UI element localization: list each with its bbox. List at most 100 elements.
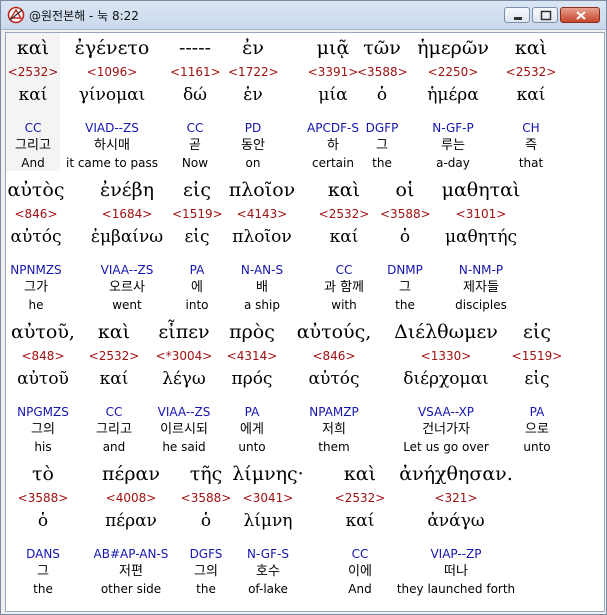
word-column[interactable]: μαθηταὶ <3101> μαθητής N-NM-P 제자들 disciples — [439, 175, 523, 313]
strong-number: <321> — [434, 491, 478, 505]
minimize-button[interactable] — [504, 7, 530, 23]
morphology-code: DANS — [26, 547, 60, 561]
greek-word: ἀνήχθησαν. — [399, 463, 513, 485]
word-column[interactable]: ἐνέβη <1684> ἐμβαίνω VIAA--ZS 오르사 went — [85, 175, 169, 313]
word-column[interactable]: ἡμερῶν <2250> ἡμέρα N-GF-P 루는 a-day — [413, 33, 493, 171]
word-column[interactable]: λίμνης· <3041> λίμνη N-GF-S 호수 of-lake — [229, 459, 307, 597]
word-column[interactable]: καὶ <2532> καί CC 과 함께 with — [314, 175, 374, 313]
greek-word: καὶ — [514, 37, 548, 59]
word-column[interactable]: οἱ <3588> ὁ DNMP 그 the — [380, 175, 431, 313]
lexical-form: ἀνάγω — [427, 511, 485, 531]
greek-word: εἰς — [523, 321, 551, 343]
greek-word: αὐτὸς — [7, 179, 65, 201]
maximize-button[interactable] — [532, 7, 558, 23]
lexical-form: καί — [18, 85, 48, 105]
morphology-code: N-GF-P — [432, 121, 474, 135]
close-button[interactable] — [560, 7, 600, 23]
english-gloss: them — [318, 440, 350, 454]
strong-number: <1096> — [86, 65, 138, 79]
morphology-code: VIAA--ZS — [157, 405, 211, 419]
word-column[interactable]: καὶ <2532> καί CH 즉 that — [504, 33, 558, 171]
korean-gloss: 이르시되 — [160, 422, 208, 437]
word-column[interactable]: ----- <1161> δώ CC 곧 Now — [170, 33, 221, 171]
word-column[interactable]: ἐγένετο <1096> γίνομαι VIAD--ZS 하시매 it came t… — [64, 33, 160, 171]
lexical-form: ὁ — [200, 511, 212, 531]
lexical-form: λίμνη — [243, 511, 293, 531]
korean-gloss: 그가 — [24, 280, 48, 295]
strong-number: <4008> — [105, 491, 157, 505]
greek-word: οἱ — [395, 179, 415, 201]
strong-number: <1684> — [101, 207, 153, 221]
strong-number: <1161> — [170, 65, 221, 79]
english-gloss: his — [34, 440, 52, 454]
english-gloss: Let us go over — [403, 440, 489, 454]
word-column[interactable]: Διέλθωμεν <1330> διέρχομαι VSAA--XP 건너가자 Let … — [384, 317, 508, 455]
strong-number: <846> — [14, 207, 58, 221]
korean-gloss: 즉 — [525, 138, 537, 153]
interlinear-panel: καὶ <2532> καί CC 그리고 And ἐγένετο <1096> γίνομαι… — [5, 32, 605, 612]
strong-number: <1519> — [511, 349, 563, 363]
strong-number: <4314> — [226, 349, 278, 363]
greek-word: λίμνης· — [232, 463, 304, 485]
word-column[interactable]: αὐτοῦ, <848> αὐτοῦ NPGMZS 그의 his — [8, 317, 78, 455]
word-column[interactable]: καὶ <2532> καί CC 그리고 And — [6, 33, 60, 171]
word-column[interactable]: ἀνήχθησαν. <321> ἀνάγω VIAP--ZP 떠나 they launc… — [390, 459, 522, 597]
greek-word: καὶ — [343, 463, 377, 485]
morphology-code: CC — [24, 121, 42, 135]
morphology-code: NPAMZP — [309, 405, 359, 419]
morphology-code: DNMP — [387, 263, 423, 277]
korean-gloss: 곧 — [189, 138, 201, 153]
lexical-form: ὁ — [399, 227, 411, 247]
english-gloss: they launched forth — [396, 582, 516, 596]
english-gloss: with — [331, 298, 357, 312]
lexical-form: ἡμέρα — [427, 85, 479, 105]
word-column[interactable]: τῶν <3588> ὁ DGFP 그 the — [357, 33, 408, 171]
word-column[interactable]: καὶ <2532> καί CC 그리고 and — [84, 317, 144, 455]
word-column[interactable]: τὸ <3588> ὁ DANS 그 the — [13, 459, 73, 597]
word-column[interactable]: καὶ <2532> καί CC 이에 And — [330, 459, 390, 597]
word-column[interactable]: εἰς <1519> εἰς PA 으로 unto — [509, 317, 565, 455]
korean-gloss: 루는 — [441, 138, 465, 153]
lexical-form: γίνομαι — [78, 85, 146, 105]
lexical-form: διέρχομαι — [403, 369, 489, 389]
morphology-code: VSAA--XP — [417, 405, 475, 419]
strong-number: <3041> — [242, 491, 294, 505]
word-column[interactable]: πλοῖον <4143> πλοῖον N-AN-S 배 a ship — [224, 175, 300, 313]
greek-word: καὶ — [327, 179, 361, 201]
lexical-form: λέγω — [162, 369, 206, 389]
morphology-code: PA — [529, 405, 545, 419]
greek-word: ἐγένετο — [74, 37, 150, 59]
app-logo-icon[interactable] — [7, 6, 25, 24]
word-column[interactable]: πρὸς <4314> πρός PA 에게 unto — [223, 317, 281, 455]
title-bar[interactable]: @원전본해 - 눅 8:22 — [1, 1, 606, 30]
korean-gloss: 그 — [399, 280, 411, 295]
strong-number: <2532> — [88, 349, 140, 363]
greek-word: Διέλθωμεν — [394, 321, 498, 343]
minimize-icon — [514, 17, 522, 20]
word-column[interactable]: ἐν <1722> ἐν PD 동안 on — [228, 33, 279, 171]
word-column[interactable]: αὐτούς, <846> αὐτός NPAMZP 저희 them — [294, 317, 374, 455]
word-column[interactable]: εἰς <1519> εἰς PA 에 into — [172, 175, 223, 313]
korean-gloss: 저편 — [119, 564, 143, 579]
greek-word: αὐτούς, — [296, 321, 372, 343]
word-column[interactable]: τῆς <3588> ὁ DGFS 그의 the — [178, 459, 234, 597]
lexical-form: αὐτός — [308, 369, 360, 389]
greek-word: αὐτοῦ, — [11, 321, 75, 343]
korean-gloss: 동안 — [241, 138, 265, 153]
korean-gloss: 하시매 — [94, 138, 130, 153]
strong-number: <2532> — [7, 65, 59, 79]
word-column[interactable]: πέραν <4008> πέραν AB#AP-AN-S 저편 other side — [88, 459, 174, 597]
morphology-code: PD — [244, 121, 262, 135]
strong-number: <3101> — [455, 207, 507, 221]
morphology-code: CC — [351, 547, 369, 561]
english-gloss: he said — [162, 440, 206, 454]
morphology-code: VIAP--ZP — [430, 547, 482, 561]
word-column[interactable]: αὐτὸς <846> αὐτός NPNMZS 그가 he — [6, 175, 66, 313]
greek-word: ἐνέβη — [100, 179, 154, 201]
word-column[interactable]: εἶπεν <*3004> λέγω VIAA--ZS 이르시되 he said — [147, 317, 221, 455]
english-gloss: other side — [100, 582, 162, 596]
lexical-form: πλοῖον — [232, 227, 292, 247]
korean-gloss: 제자들 — [463, 280, 499, 295]
morphology-code: N-GF-S — [247, 547, 289, 561]
morphology-code: DGFP — [365, 121, 399, 135]
